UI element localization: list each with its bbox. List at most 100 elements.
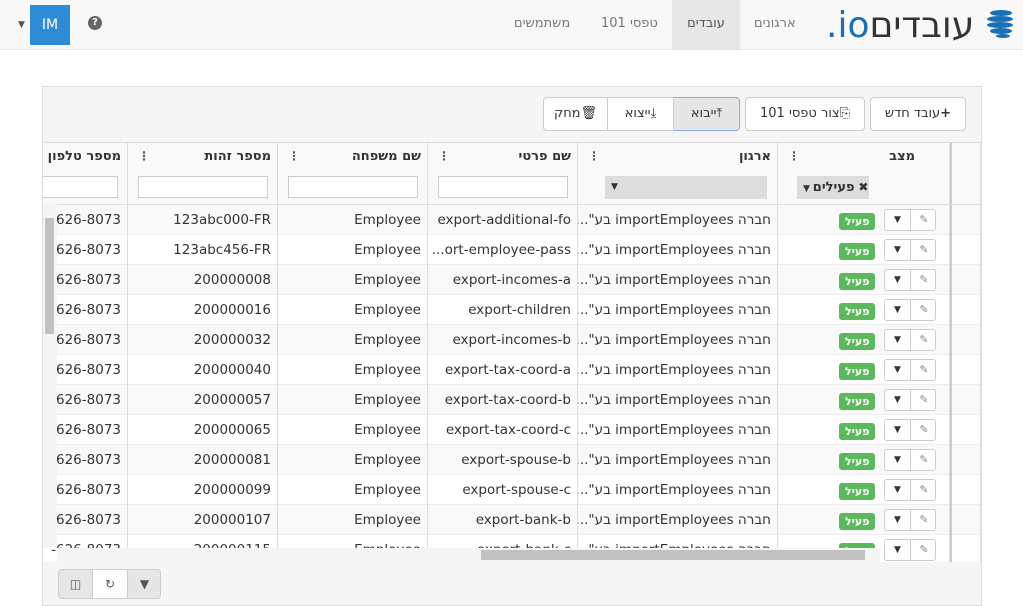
header-status: מצב ⋮ ▼ פעילים ✖ <box>778 143 950 205</box>
status-badge: פעיל <box>839 213 876 230</box>
row-dropdown-caret-icon[interactable]: ▼ <box>885 330 911 350</box>
cell-spacer <box>950 325 981 355</box>
row-dropdown-caret-icon[interactable]: ▼ <box>885 480 911 500</box>
row-dropdown-caret-icon[interactable]: ▼ <box>885 270 911 290</box>
user-avatar[interactable]: IM <box>30 5 70 45</box>
phone-filter-input[interactable] <box>43 176 118 198</box>
org-filter-select[interactable]: ▼ <box>605 176 767 199</box>
id-filter-input[interactable] <box>138 176 268 198</box>
header-id: מספר זהות ⋮ <box>128 143 278 205</box>
horizontal-scroll-thumb[interactable] <box>481 550 865 560</box>
table-row[interactable]: -626-8073 200000065 Employee export-tax-… <box>43 415 981 445</box>
first-name-filter-input[interactable] <box>438 176 568 198</box>
edit-icon[interactable]: ✎ <box>911 330 937 350</box>
top-navbar: ▼ IM ? משתמשים טפסי 101 עובדים ארגונים .… <box>0 0 1023 50</box>
table-row[interactable]: -626-8073 200000081 Employee export-spou… <box>43 445 981 475</box>
cell-first-name: export-tax-coord-a <box>428 355 578 385</box>
cell-org: חברה importEmployees בע"... <box>578 325 778 355</box>
table-row[interactable]: -626-8073 200000008 Employee export-inco… <box>43 265 981 295</box>
import-button[interactable]: ⤒ייבוא <box>673 97 740 131</box>
table-row[interactable]: -626-8073 200000107 Employee export-bank… <box>43 505 981 535</box>
status-badge: פעיל <box>839 243 876 260</box>
row-dropdown-caret-icon[interactable]: ▼ <box>885 210 911 230</box>
cell-spacer <box>950 295 981 325</box>
filter-icon[interactable]: ▼ <box>127 570 160 598</box>
new-employee-button[interactable]: +עובד חדש <box>870 97 966 131</box>
columns-icon[interactable]: ◫ <box>59 570 93 598</box>
row-dropdown-caret-icon[interactable]: ▼ <box>885 510 911 530</box>
cell-first-name: export-children <box>428 295 578 325</box>
export-button[interactable]: ⤓ייצוא <box>607 97 674 131</box>
column-menu-icon[interactable]: ⋮ <box>788 149 800 163</box>
user-menu-caret-icon[interactable]: ▼ <box>18 20 25 30</box>
status-badge: פעיל <box>839 333 876 350</box>
row-dropdown-caret-icon[interactable]: ▼ <box>885 360 911 380</box>
horizontal-scrollbar[interactable] <box>57 548 880 562</box>
edit-icon[interactable]: ✎ <box>911 450 937 470</box>
cell-org: חברה importEmployees בע"... <box>578 235 778 265</box>
cell-org: חברה importEmployees בע"... <box>578 295 778 325</box>
cell-last-name: Employee <box>278 505 428 535</box>
row-actions: ▼ ✎ <box>884 389 936 411</box>
cell-id: 200000099 <box>128 475 278 505</box>
vertical-scrollbar[interactable] <box>43 204 57 548</box>
edit-icon[interactable]: ✎ <box>911 360 937 380</box>
status-filter-select[interactable]: ▼ פעילים ✖ <box>797 176 869 199</box>
logo[interactable]: .ioעובדים <box>826 6 1016 46</box>
edit-icon[interactable]: ✎ <box>911 210 937 230</box>
nav-forms-101[interactable]: טפסי 101 <box>587 0 672 50</box>
edit-icon[interactable]: ✎ <box>911 270 937 290</box>
new-employee-label: עובד חדש <box>884 106 941 121</box>
row-dropdown-caret-icon[interactable]: ▼ <box>885 450 911 470</box>
last-name-filter-input[interactable] <box>288 176 418 198</box>
table-row[interactable]: -626-8073 200000040 Employee export-tax-… <box>43 355 981 385</box>
logo-text: עובדים <box>869 5 975 46</box>
nav-users[interactable]: משתמשים <box>500 0 584 50</box>
row-dropdown-caret-icon[interactable]: ▼ <box>885 390 911 410</box>
vertical-scroll-thumb[interactable] <box>45 218 54 334</box>
column-menu-icon[interactable]: ⋮ <box>138 149 150 163</box>
row-dropdown-caret-icon[interactable]: ▼ <box>885 540 911 560</box>
column-menu-icon[interactable]: ⋮ <box>288 149 300 163</box>
cell-id: 200000032 <box>128 325 278 355</box>
cell-last-name: Employee <box>278 325 428 355</box>
cell-first-name: export-spouse-b <box>428 445 578 475</box>
table-row[interactable]: -626-8073 200000099 Employee export-spou… <box>43 475 981 505</box>
table-row[interactable]: -626-8073 200000057 Employee export-tax-… <box>43 385 981 415</box>
edit-icon[interactable]: ✎ <box>911 510 937 530</box>
edit-icon[interactable]: ✎ <box>911 540 937 560</box>
edit-icon[interactable]: ✎ <box>911 240 937 260</box>
column-menu-icon[interactable]: ⋮ <box>438 149 450 163</box>
row-dropdown-caret-icon[interactable]: ▼ <box>885 300 911 320</box>
cell-id: 200000008 <box>128 265 278 295</box>
header-phone: מספר טלפון נ <box>43 143 128 205</box>
cell-spacer <box>950 505 981 535</box>
row-dropdown-caret-icon[interactable]: ▼ <box>885 420 911 440</box>
edit-icon[interactable]: ✎ <box>911 420 937 440</box>
row-actions: ▼ ✎ <box>884 539 936 561</box>
cell-org: חברה importEmployees בע"... <box>578 205 778 235</box>
edit-icon[interactable]: ✎ <box>911 480 937 500</box>
nav-employees[interactable]: עובדים <box>672 0 740 50</box>
help-icon[interactable]: ? <box>88 16 102 30</box>
refresh-icon[interactable]: ↻ <box>93 570 127 598</box>
edit-icon[interactable]: ✎ <box>911 390 937 410</box>
row-dropdown-caret-icon[interactable]: ▼ <box>885 240 911 260</box>
logo-globe-icon <box>986 10 1013 38</box>
cell-last-name: Employee <box>278 235 428 265</box>
table-row[interactable]: -626-8073 123abc456-FR Employee ...ort-e… <box>43 235 981 265</box>
edit-icon[interactable]: ✎ <box>911 300 937 320</box>
nav-organizations[interactable]: ארגונים <box>740 0 810 50</box>
create-101-button[interactable]: ⎘צור טפסי 101 <box>745 97 865 131</box>
cell-id: 200000107 <box>128 505 278 535</box>
delete-button[interactable]: 🗑מחק <box>543 97 608 131</box>
cell-spacer <box>950 205 981 235</box>
table-row[interactable]: -626-8073 200000016 Employee export-chil… <box>43 295 981 325</box>
cell-spacer <box>950 235 981 265</box>
column-menu-icon[interactable]: ⋮ <box>588 149 600 163</box>
table-row[interactable]: -626-8073 200000032 Employee export-inco… <box>43 325 981 355</box>
clear-filter-icon[interactable]: ✖ <box>855 180 868 194</box>
download-icon: ⤓ <box>650 106 657 121</box>
cell-first-name: export-spouse-c <box>428 475 578 505</box>
table-row[interactable]: -626-8073 123abc000-FR Employee export-a… <box>43 205 981 235</box>
